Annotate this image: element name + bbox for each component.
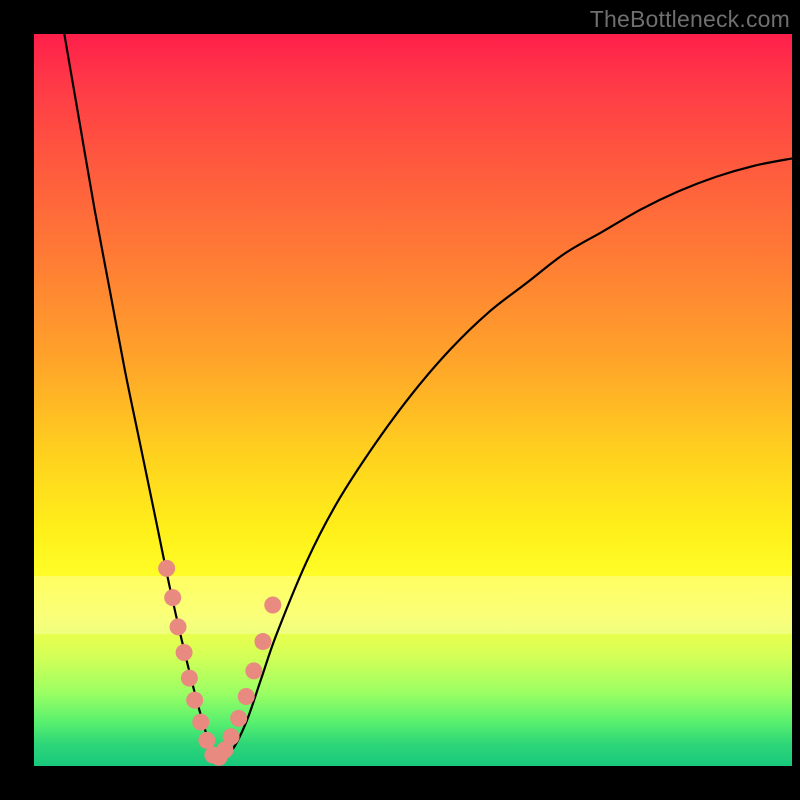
highlight-dot (192, 714, 209, 731)
bottleneck-curve (64, 34, 792, 761)
highlight-dot (176, 644, 193, 661)
highlight-dot (223, 728, 240, 745)
watermark-text: TheBottleneck.com (590, 6, 790, 33)
highlight-dot (164, 589, 181, 606)
highlight-dot (254, 633, 271, 650)
highlight-dot (230, 710, 247, 727)
highlight-dot (238, 688, 255, 705)
highlight-dot (158, 560, 175, 577)
highlight-dot (181, 670, 198, 687)
curve-layer (34, 34, 792, 766)
highlight-dot (245, 662, 262, 679)
highlight-dot (264, 596, 281, 613)
highlight-dots (158, 560, 281, 766)
plot-area (34, 34, 792, 766)
highlight-dot (170, 618, 187, 635)
highlight-dot (186, 692, 203, 709)
chart-frame: TheBottleneck.com (0, 0, 800, 800)
highlight-dot (198, 732, 215, 749)
